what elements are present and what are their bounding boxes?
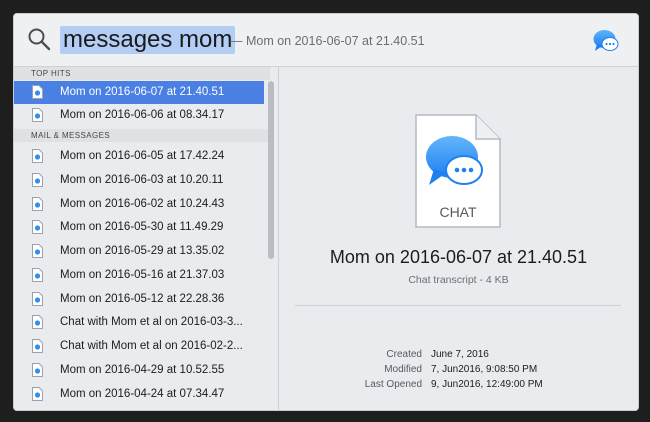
- search-bar[interactable]: messages mom — Mom on 2016-06-07 at 21.4…: [14, 14, 638, 67]
- result-item[interactable]: Mom on 2016-05-16 at 21.37.03: [14, 264, 264, 287]
- result-item[interactable]: Mom on 2016-06-02 at 10.24.43: [14, 193, 264, 216]
- result-item[interactable]: Mom on 2016-05-29 at 13.35.02: [14, 240, 264, 263]
- search-input[interactable]: messages mom: [60, 26, 236, 54]
- section-header-mail-messages: MAIL & MESSAGES: [14, 129, 270, 142]
- result-item[interactable]: Mom on 2016-05-12 at 22.28.36: [14, 288, 264, 311]
- result-item[interactable]: Chat with Mom et al on 2016-03-3...: [14, 311, 264, 334]
- result-item[interactable]: Mom on 2016-06-06 at 08.34.17: [14, 104, 264, 127]
- spotlight-window: messages mom — Mom on 2016-06-07 at 21.4…: [13, 13, 639, 411]
- document-icon: [32, 85, 43, 99]
- document-icon: [32, 173, 43, 187]
- results-list: TOP HITS Mom on 2016-06-07 at 21.40.51 M…: [14, 67, 279, 410]
- meta-value: 7, Jun2016, 9:08:50 PM: [431, 364, 538, 375]
- document-icon: [32, 363, 43, 377]
- section-header-top-hits: TOP HITS: [14, 67, 270, 80]
- document-icon: [32, 292, 43, 306]
- result-label: Chat with Mom et al on 2016-02-2...: [60, 340, 243, 352]
- meta-value: 9, Jun2016, 12:49:00 PM: [431, 379, 543, 390]
- result-item[interactable]: Mom on 2016-05-30 at 11.49.29: [14, 216, 264, 239]
- document-icon: [32, 197, 43, 211]
- document-icon: [32, 339, 43, 353]
- result-item[interactable]: Mom on 2016-06-03 at 10.20.11: [14, 169, 264, 192]
- result-item[interactable]: Mom on 2016-06-05 at 17.42.24: [14, 145, 264, 168]
- meta-key: Created: [386, 349, 422, 360]
- result-item[interactable]: Mom on 2016-04-29 at 10.52.55: [14, 359, 264, 382]
- result-label: Chat with Mom et al on 2016-03-3...: [60, 316, 243, 328]
- result-item[interactable]: Chat with Mom et al on 2016-02-2...: [14, 335, 264, 358]
- meta-row-last-opened: Last Opened 9, Jun2016, 12:49:00 PM: [279, 379, 638, 393]
- meta-key: Last Opened: [364, 379, 422, 390]
- search-icon: [28, 28, 51, 51]
- result-label: Mom on 2016-05-16 at 21.37.03: [60, 269, 225, 281]
- document-icon: [32, 244, 43, 258]
- result-item[interactable]: Mom on 2016-04-24 at 07.34.47: [14, 383, 264, 406]
- result-label: Mom on 2016-05-29 at 13.35.02: [60, 245, 225, 257]
- preview-title: Mom on 2016-06-07 at 21.40.51: [329, 247, 588, 267]
- preview-pane: CHAT Mom on 2016-06-07 at 21.40.51 Chat …: [279, 67, 638, 410]
- result-label: Mom on 2016-06-02 at 10.24.43: [60, 198, 225, 210]
- document-icon: [32, 220, 43, 234]
- document-icon: [32, 315, 43, 329]
- results-scrollbar[interactable]: [268, 81, 274, 259]
- meta-key: Modified: [384, 364, 422, 375]
- messages-app-icon: [593, 30, 619, 51]
- result-label: Mom on 2016-04-29 at 10.52.55: [60, 364, 225, 376]
- preview-icon-label: CHAT: [439, 204, 477, 220]
- result-item[interactable]: Mom on 2016-06-07 at 21.40.51: [14, 81, 264, 104]
- result-label: Mom on 2016-04-24 at 07.34.47: [60, 388, 225, 400]
- result-label: Mom on 2016-06-03 at 10.20.11: [60, 174, 224, 186]
- document-icon: [32, 268, 43, 282]
- result-label: Mom on 2016-05-12 at 22.28.36: [60, 293, 225, 305]
- preview-divider: [295, 305, 621, 306]
- search-completion-hint: — Mom on 2016-06-07 at 21.40.51: [230, 34, 425, 48]
- chat-document-icon: CHAT: [415, 114, 501, 228]
- result-label: Mom on 2016-06-05 at 17.42.24: [60, 150, 225, 162]
- preview-subtitle: Chat transcript - 4 KB: [408, 274, 509, 286]
- meta-row-modified: Modified 7, Jun2016, 9:08:50 PM: [279, 364, 638, 378]
- document-icon: [32, 387, 43, 401]
- result-label: Mom on 2016-05-30 at 11.49.29: [60, 221, 224, 233]
- meta-row-created: Created June 7, 2016: [279, 349, 638, 363]
- result-label: Mom on 2016-06-07 at 21.40.51: [60, 86, 225, 98]
- document-icon: [32, 108, 43, 122]
- result-label: Mom on 2016-06-06 at 08.34.17: [60, 109, 225, 121]
- document-icon: [32, 149, 43, 163]
- meta-value: June 7, 2016: [431, 349, 489, 360]
